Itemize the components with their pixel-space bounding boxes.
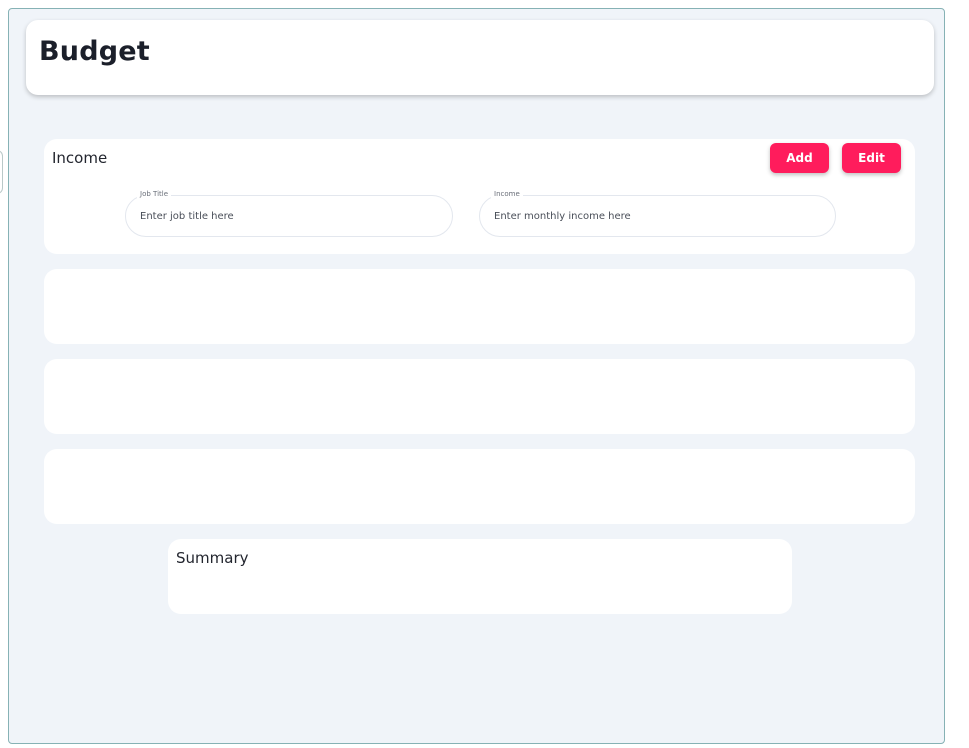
page-title: Budget: [39, 36, 150, 67]
empty-section-card: [44, 449, 915, 524]
income-section-title: Income: [52, 149, 108, 167]
summary-section: Summary: [168, 539, 792, 614]
app-frame: Budget Income Add Edit Job Title Income …: [8, 8, 945, 744]
summary-section-title: Summary: [176, 549, 249, 567]
add-income-button[interactable]: Add: [770, 143, 829, 173]
job-title-input[interactable]: [140, 208, 436, 224]
empty-section-card: [44, 359, 915, 434]
side-panel-handle[interactable]: [0, 150, 3, 194]
edit-income-button[interactable]: Edit: [842, 143, 901, 173]
income-section: Income Add Edit Job Title Income: [44, 139, 915, 254]
page: Budget Income Add Edit Job Title Income …: [0, 0, 969, 748]
income-field: Income: [479, 190, 836, 237]
income-label: Income: [491, 190, 523, 199]
job-title-field: Job Title: [125, 190, 453, 237]
job-title-label: Job Title: [137, 190, 172, 199]
header: Budget: [26, 20, 934, 95]
empty-section-card: [44, 269, 915, 344]
income-input[interactable]: [494, 208, 819, 224]
